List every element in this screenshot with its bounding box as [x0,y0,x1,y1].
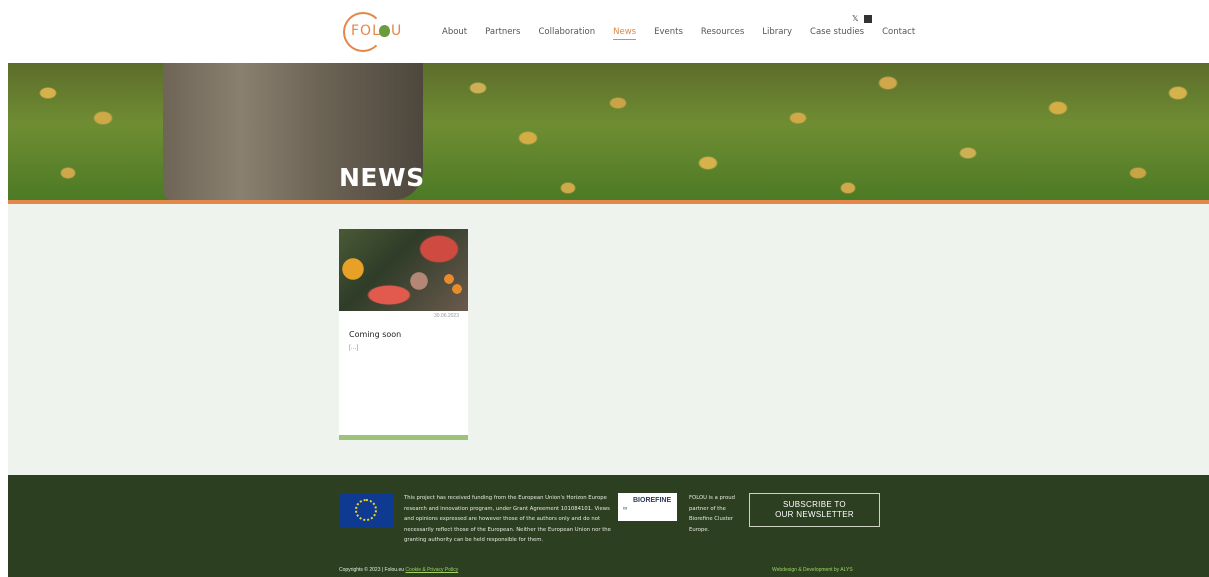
biorefine-logo[interactable]: BIOREFINE ∞ [618,493,677,521]
webdesign-credit-link[interactable]: Webdesign & Development by ALYS [772,567,853,573]
main-nav: About Partners Collaboration News Events… [442,27,933,40]
logo-text-end: U [391,23,402,39]
nav-partners[interactable]: Partners [485,27,520,40]
nav-library[interactable]: Library [762,27,792,40]
social-links: 𝕏 [852,14,873,23]
eu-stars-icon [355,499,377,521]
nav-news[interactable]: News [613,27,637,40]
nav-case-studies[interactable]: Case studies [810,27,864,40]
nav-events[interactable]: Events [654,27,683,40]
twitter-icon[interactable]: 𝕏 [852,14,858,23]
nav-about[interactable]: About [442,27,467,40]
linkedin-icon[interactable] [864,15,873,23]
privacy-policy-link[interactable]: Cookie & Privacy Policy [405,567,458,573]
eu-flag-icon [339,493,394,527]
site-header: FOL U About Partners Collaboration News … [0,0,1209,63]
partner-note: FOLOU is a proud partner of the Biorefin… [689,495,735,533]
logo-text: FOL [351,23,381,39]
news-card-title[interactable]: Coming soon [349,330,468,339]
nav-collaboration[interactable]: Collaboration [538,27,595,40]
site-footer: This project has received funding from t… [8,475,1209,577]
news-card-accent-bar [339,435,468,440]
news-card-image[interactable] [339,229,468,311]
folou-logo[interactable]: FOL U [340,12,404,52]
biorefine-logo-text: BIOREFINE [633,497,672,504]
subscribe-label-line2: OUR NEWSLETTER [775,510,854,519]
hero-banner: NEWS [8,63,1209,200]
page-title: NEWS [339,163,425,192]
nav-contact[interactable]: Contact [882,27,915,40]
news-card[interactable]: 30.06.2023 Coming soon […] [339,229,468,440]
copyright-text: Copyrights © 2023 | Folou.eu [339,567,405,573]
infinity-icon: ∞ [623,506,628,512]
news-card-excerpt: […] [349,345,359,351]
apple-icon [379,25,390,37]
news-card-date: 30.06.2023 [433,313,459,319]
subscribe-label-line1: SUBSCRIBE TO [783,500,846,509]
copyright: Copyrights © 2023 | Folou.eu Cookie & Pr… [339,567,458,573]
funding-disclaimer: This project has received funding from t… [404,495,611,543]
nav-resources[interactable]: Resources [701,27,744,40]
news-list: 30.06.2023 Coming soon […] [8,204,1209,475]
subscribe-newsletter-button[interactable]: SUBSCRIBE TO OUR NEWSLETTER [749,493,880,527]
